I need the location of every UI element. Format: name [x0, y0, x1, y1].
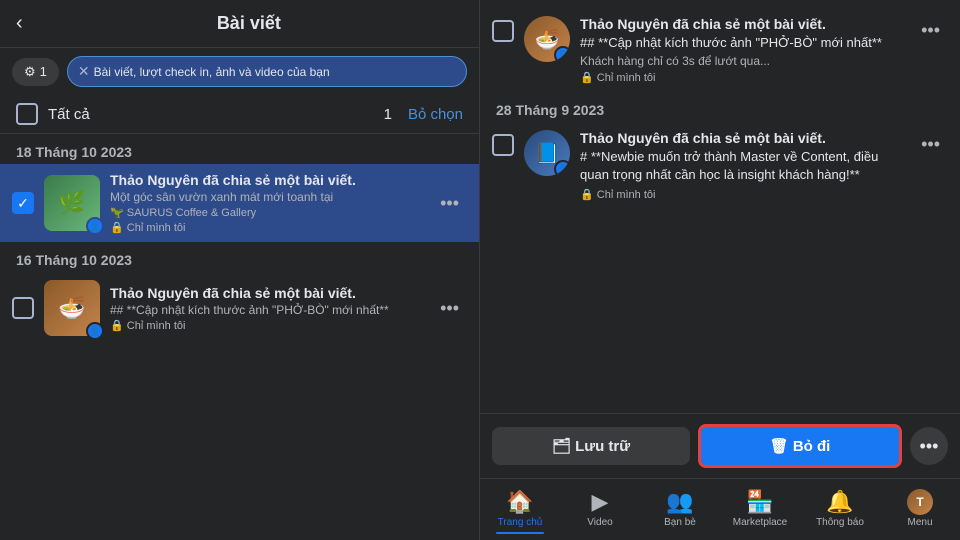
right-post-item-1[interactable]: 🍜 👤 Thảo Nguyên đã chia sẻ một bài viết.… — [480, 8, 960, 92]
nav-notifications-label: Thông báo — [816, 517, 864, 528]
filter-number: 1 — [40, 64, 47, 79]
select-bar: Tất cả 1 Bỏ chọn — [0, 95, 479, 134]
right-post-info-1: Thảo Nguyên đã chia sẻ một bài viết. ## … — [580, 16, 903, 84]
post-more-1[interactable]: ••• — [432, 189, 467, 218]
right-checkbox-1[interactable] — [492, 20, 514, 42]
right-avatar-badge-2: 👤 — [554, 160, 570, 176]
left-header: ‹ Bài viết — [0, 0, 479, 48]
selected-count: 1 — [384, 106, 392, 123]
right-post-info-2: Thảo Nguyên đã chia sẻ một bài viết. # *… — [580, 130, 903, 200]
right-panel: 🍜 👤 Thảo Nguyên đã chia sẻ một bài viết.… — [480, 0, 960, 540]
select-all-label: Tất cả — [48, 106, 384, 123]
back-button[interactable]: ‹ — [16, 12, 23, 35]
archive-button[interactable]: 🗂 Lưu trữ — [492, 427, 690, 465]
date-group-oct16: 16 Tháng 10 2023 — [0, 242, 479, 272]
right-checkbox-2[interactable] — [492, 134, 514, 156]
filter-icon: ⚙ — [24, 64, 36, 80]
close-filter-icon[interactable]: ✕ — [78, 63, 90, 80]
right-avatar-2: 📘 👤 — [524, 130, 570, 176]
page-title: Bài viết — [35, 13, 463, 34]
posts-scroll: 18 Tháng 10 2023 ✓ 🌿 👤 Thảo Nguyên đã ch… — [0, 134, 479, 540]
post-author-2: Thảo Nguyên đã chia sẻ một bài viết. — [110, 285, 432, 301]
filter-button[interactable]: ⚙ 1 — [12, 58, 59, 86]
post-privacy-1: 🔒 Chỉ mình tôi — [110, 221, 432, 234]
right-post-more-1[interactable]: ••• — [913, 16, 948, 45]
post-location-1: 🦖 SAURUS Coffee & Gallery — [110, 206, 432, 219]
select-all-checkbox[interactable] — [16, 103, 38, 125]
marketplace-icon: 🏪 — [746, 489, 773, 515]
post-preview-1: Một góc sân vườn xanh mát mới toanh tại — [110, 190, 432, 204]
filter-bar: ⚙ 1 ✕ Bài viết, lượt check in, ảnh và vi… — [0, 48, 479, 95]
right-post-text-2: # **Newbie muốn trở thành Master về Cont… — [580, 148, 903, 184]
video-icon: ▶ — [592, 489, 609, 515]
action-bar: 🗂 Lưu trữ 🗑 Bỏ đi ••• — [480, 413, 960, 478]
post-more-2[interactable]: ••• — [432, 294, 467, 323]
filter-tag[interactable]: ✕ Bài viết, lượt check in, ảnh và video … — [67, 56, 467, 87]
nav-friends-label: Bạn bè — [664, 517, 696, 528]
post-author-1: Thảo Nguyên đã chia sẻ một bài viết. — [110, 172, 432, 188]
notifications-icon: 🔔 — [826, 489, 853, 515]
post-author-avatar-2: 👤 — [86, 322, 104, 340]
filter-tag-label: Bài viết, lượt check in, ảnh và video củ… — [94, 65, 330, 79]
nav-menu-label: Menu — [907, 517, 932, 528]
right-avatar-1: 🍜 👤 — [524, 16, 570, 62]
nav-notifications[interactable]: 🔔 Thông báo — [800, 485, 880, 538]
date-group-oct18: 18 Tháng 10 2023 — [0, 134, 479, 164]
deselect-button[interactable]: Bỏ chọn — [408, 106, 463, 123]
post-item-2[interactable]: 🍜 👤 Thảo Nguyên đã chia sẻ một bài viết.… — [0, 272, 479, 344]
nav-home-label: Trang chủ — [498, 517, 543, 528]
nav-friends[interactable]: 👥 Bạn bè — [640, 485, 720, 538]
post-info-2: Thảo Nguyên đã chia sẻ một bài viết. ## … — [110, 285, 432, 332]
post-preview-2: ## **Cập nhật kích thước ảnh "PHỞ-BÒ" mớ… — [110, 303, 432, 317]
nav-menu[interactable]: T Menu — [880, 485, 960, 538]
post-item-1[interactable]: ✓ 🌿 👤 Thảo Nguyên đã chia sẻ một bài viế… — [0, 164, 479, 242]
nav-marketplace[interactable]: 🏪 Marketplace — [720, 485, 800, 538]
right-post-author-2: Thảo Nguyên đã chia sẻ một bài viết. — [580, 130, 903, 146]
friends-icon: 👥 — [666, 489, 693, 515]
right-post-author-1: Thảo Nguyên đã chia sẻ một bài viết. — [580, 16, 903, 32]
post-checkbox-1[interactable]: ✓ — [12, 192, 34, 214]
post-checkbox-2[interactable] — [12, 297, 34, 319]
right-post-more-2[interactable]: ••• — [913, 130, 948, 159]
right-posts-scroll: 🍜 👤 Thảo Nguyên đã chia sẻ một bài viết.… — [480, 0, 960, 413]
post-privacy-2: 🔒 Chỉ mình tôi — [110, 319, 432, 332]
delete-button[interactable]: 🗑 Bỏ đi — [698, 424, 902, 468]
nav-marketplace-label: Marketplace — [733, 517, 787, 528]
nav-video-label: Video — [587, 517, 612, 528]
action-more-button[interactable]: ••• — [910, 427, 948, 465]
nav-home-indicator — [496, 532, 544, 534]
right-post-sub-1: Khách hàng chỉ có 3s để lướt qua... — [580, 54, 903, 68]
right-post-privacy-2: 🔒 Chỉ mình tôi — [580, 188, 903, 201]
right-post-text-1: ## **Cập nhật kích thước ảnh "PHỞ-BÒ" mớ… — [580, 34, 903, 52]
nav-home[interactable]: 🏠 Trang chủ — [480, 485, 560, 538]
right-avatar-badge-1: 👤 — [554, 46, 570, 62]
date-group-sep28: 28 Tháng 9 2023 — [480, 92, 960, 122]
right-post-privacy-1: 🔒 Chỉ mình tôi — [580, 71, 903, 84]
home-icon: 🏠 — [506, 489, 533, 515]
bottom-nav: 🏠 Trang chủ ▶ Video 👥 Bạn bè 🏪 Marketpla… — [480, 478, 960, 540]
post-author-avatar-1: 👤 — [86, 217, 104, 235]
menu-avatar: T — [907, 489, 933, 515]
nav-video[interactable]: ▶ Video — [560, 485, 640, 538]
right-post-item-2[interactable]: 📘 👤 Thảo Nguyên đã chia sẻ một bài viết.… — [480, 122, 960, 208]
post-info-1: Thảo Nguyên đã chia sẻ một bài viết. Một… — [110, 172, 432, 234]
left-panel: ‹ Bài viết ⚙ 1 ✕ Bài viết, lượt check in… — [0, 0, 480, 540]
